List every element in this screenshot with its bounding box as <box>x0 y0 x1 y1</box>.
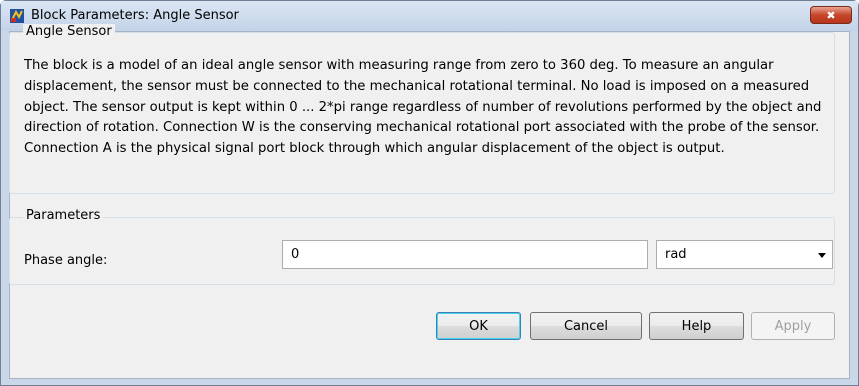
block-name-label: Angle Sensor <box>23 24 115 39</box>
apply-button[interactable]: Apply <box>751 312 835 340</box>
close-button[interactable]: ✖ <box>810 6 852 24</box>
parameters-label: Parameters <box>23 208 104 223</box>
simulink-block-icon <box>9 8 25 24</box>
block-description: The block is a model of an ideal angle s… <box>24 58 822 157</box>
phase-angle-input[interactable]: 0 <box>282 240 648 269</box>
phase-angle-unit-select[interactable]: rad <box>656 240 833 269</box>
cancel-button[interactable]: Cancel <box>530 312 642 340</box>
help-button[interactable]: Help <box>649 312 744 340</box>
close-icon: ✖ <box>826 8 836 22</box>
window-title: Block Parameters: Angle Sensor <box>31 8 239 23</box>
phase-angle-label: Phase angle: <box>24 253 108 268</box>
title-bar[interactable]: Block Parameters: Angle Sensor ✖ <box>1 1 858 31</box>
unit-select-value: rad <box>665 247 687 262</box>
dropdown-arrow-icon <box>818 253 826 258</box>
ok-button[interactable]: OK <box>436 312 521 340</box>
